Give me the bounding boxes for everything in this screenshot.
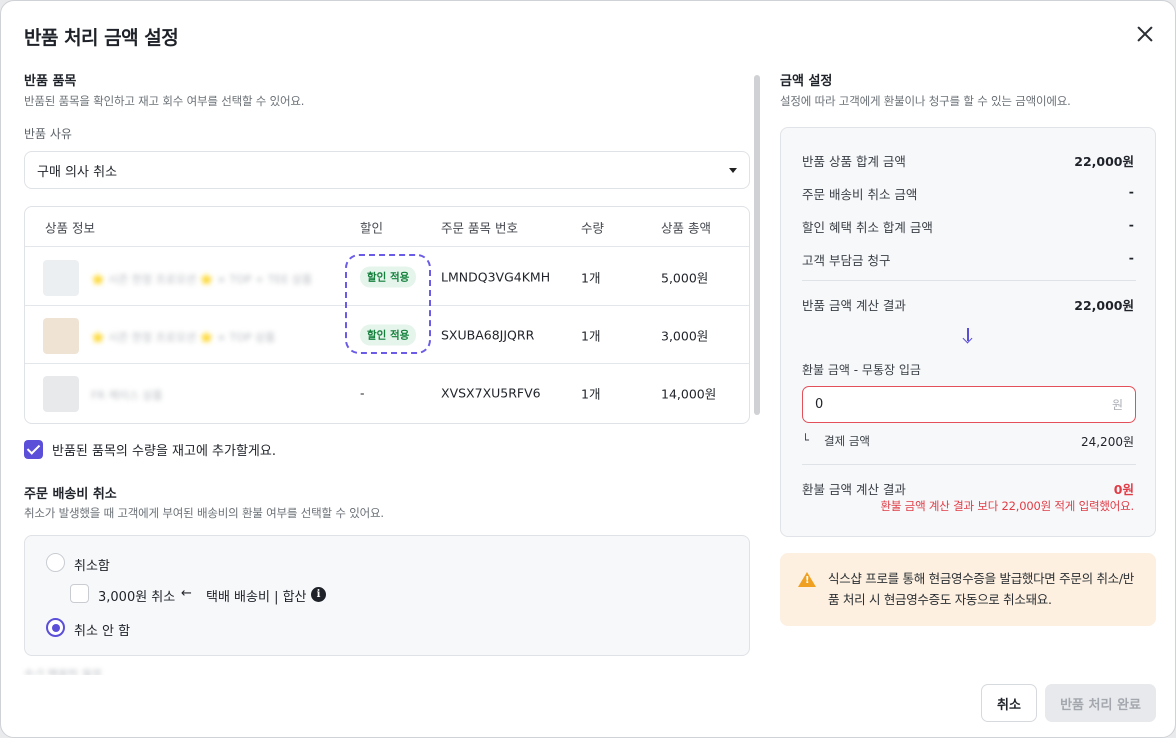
left-panel: 반품 품목 반품된 품목을 확인하고 재고 회수 여부를 선택할 수 있어요. … bbox=[1, 63, 763, 675]
modal-title: 반품 처리 금액 설정 bbox=[24, 27, 179, 49]
cancel-button[interactable]: 취소 bbox=[981, 684, 1037, 722]
order-number: LMNDQ3VG4KMH bbox=[441, 269, 551, 284]
next-section-cutoff: 추가 배송비 설정 bbox=[24, 669, 114, 675]
order-number: SXUBA68JJQRR bbox=[441, 327, 535, 342]
product-name: FR 케이스 상품 bbox=[91, 389, 163, 402]
return-amount-modal: 반품 처리 금액 설정 반품 품목 반품된 품목을 확인하고 재고 회수 여부를… bbox=[0, 0, 1176, 738]
radio-no-cancel-label: 취소 안 함 bbox=[74, 624, 131, 639]
receipt-notice: ! 식스샵 프로를 통해 현금영수증을 발급했다면 주문의 취소/반품 처리 시… bbox=[780, 553, 1156, 626]
product-thumbnail bbox=[43, 260, 79, 296]
receipt-notice-text: 식스샵 프로를 통해 현금영수증을 발급했다면 주문의 취소/반품 처리 시 현… bbox=[828, 571, 1134, 607]
reason-select-value: 구매 의사 취소 bbox=[37, 164, 118, 180]
discount-cancel-value: - bbox=[1128, 217, 1134, 232]
table-header: 상품 정보 할인 주문 품목 번호 수량 상품 총액 bbox=[25, 207, 749, 247]
col-order-no: 주문 품목 번호 bbox=[441, 220, 518, 235]
items-section-title: 반품 품목 bbox=[24, 74, 77, 89]
reason-select[interactable]: 구매 의사 취소 bbox=[24, 151, 750, 189]
shipping-section-desc: 취소가 발생했을 때 고객에게 부여된 배송비의 환불 여부를 선택할 수 있어… bbox=[24, 506, 384, 520]
checkbox-checked-icon bbox=[24, 440, 43, 459]
amount-section-desc: 설정에 따라 고객에게 환불이나 청구를 할 수 있는 금액이에요. bbox=[780, 94, 1071, 108]
info-icon[interactable]: i bbox=[311, 587, 326, 602]
return-result-label: 반품 금액 계산 결과 bbox=[802, 298, 906, 313]
product-name: ⭐ 시즌 한정 프로모션 ⭐ × TOP 상품 bbox=[91, 330, 276, 344]
col-qty: 수량 bbox=[581, 220, 605, 235]
radio-no-cancel[interactable] bbox=[46, 618, 65, 637]
product-name: ⭐ 시즌 한정 프로모션 ⭐ × TOP + TEE 상품 bbox=[91, 272, 313, 286]
product-thumbnail bbox=[43, 318, 79, 354]
table-row: ⭐ 시즌 한정 프로모션 ⭐ × TOP + TEE 상품 할인 적용 LMND… bbox=[25, 248, 749, 306]
shipping-fee-checkbox[interactable] bbox=[70, 584, 89, 603]
shipping-section-title: 주문 배송비 취소 bbox=[24, 487, 117, 502]
table-row: FR 케이스 상품 - XVSX7XU5RFV6 1개 14,000원 bbox=[25, 364, 749, 422]
quantity: 1개 bbox=[581, 328, 601, 343]
customer-charge-label: 고객 부담금 청구 bbox=[802, 253, 891, 268]
return-total-label: 반품 상품 합계 금액 bbox=[802, 154, 906, 169]
table-row: ⭐ 시즌 한정 프로모션 ⭐ × TOP 상품 할인 적용 SXUBA68JJQ… bbox=[25, 306, 749, 364]
amount-calculation-box: 반품 상품 합계 금액 22,000원 주문 배송비 취소 금액 - 할인 혜택… bbox=[780, 127, 1156, 537]
product-total: 3,000원 bbox=[661, 328, 709, 343]
refund-amount-input[interactable]: 0 원 bbox=[802, 386, 1136, 423]
restock-checkbox[interactable]: 반품된 품목의 수량을 재고에 추가할게요. bbox=[24, 440, 276, 459]
quantity: 1개 bbox=[581, 386, 601, 402]
col-total: 상품 총액 bbox=[661, 220, 711, 235]
refund-result-label: 환불 금액 계산 결과 bbox=[802, 482, 906, 497]
refund-result-value: 0원 bbox=[1113, 482, 1134, 497]
radio-cancel[interactable] bbox=[46, 553, 65, 572]
arrow-left-icon: ← bbox=[181, 586, 192, 601]
refund-error-message: 환불 금액 계산 결과 보다 22,000원 적게 입력했어요. bbox=[880, 499, 1134, 513]
left-panel-scrollbar[interactable] bbox=[754, 75, 760, 415]
discount-badge: 할인 적용 bbox=[360, 266, 417, 287]
shipping-cancel-label: 주문 배송비 취소 금액 bbox=[802, 187, 918, 202]
order-number: XVSX7XU5RFV6 bbox=[441, 385, 541, 401]
restock-label: 반품된 품목의 수량을 재고에 추가할게요. bbox=[52, 444, 276, 459]
payment-amount-value: 24,200원 bbox=[1080, 435, 1134, 449]
close-icon[interactable] bbox=[1134, 23, 1156, 45]
return-items-table: 상품 정보 할인 주문 품목 번호 수량 상품 총액 ⭐ 시즌 한정 프로모션 … bbox=[24, 206, 750, 424]
reason-label: 반품 사유 bbox=[24, 127, 72, 141]
shipping-options: 취소함 3,000원 취소 ← 택배 배송비 | 합산 i 취소 안 함 bbox=[24, 535, 750, 656]
chevron-down-icon bbox=[729, 167, 737, 173]
amount-section-title: 금액 설정 bbox=[780, 74, 833, 89]
quantity: 1개 bbox=[581, 270, 601, 285]
payment-prefix: └ bbox=[802, 433, 809, 447]
discount-badge: 할인 적용 bbox=[360, 324, 417, 345]
shipping-fee-note: 택배 배송비 | 합산 bbox=[206, 590, 307, 605]
return-total-value: 22,000원 bbox=[1074, 154, 1134, 169]
refund-unit: 원 bbox=[1111, 398, 1123, 412]
complete-return-button[interactable]: 반품 처리 완료 bbox=[1045, 684, 1156, 722]
radio-cancel-label: 취소함 bbox=[74, 559, 110, 574]
payment-amount-label: 결제 금액 bbox=[824, 434, 870, 448]
refund-amount-value: 0 bbox=[815, 397, 824, 412]
shipping-fee-label: 3,000원 취소 bbox=[98, 590, 176, 605]
divider bbox=[802, 280, 1136, 281]
col-discount: 할인 bbox=[360, 220, 384, 235]
refund-amount-label: 환불 금액 - 무통장 입금 bbox=[802, 363, 921, 377]
customer-charge-value: - bbox=[1128, 250, 1134, 265]
return-result-value: 22,000원 bbox=[1074, 298, 1134, 313]
discount-cancel-label: 할인 혜택 취소 합계 금액 bbox=[802, 220, 933, 235]
col-product: 상품 정보 bbox=[45, 220, 95, 235]
discount-none: - bbox=[360, 385, 365, 401]
items-section-desc: 반품된 품목을 확인하고 재고 회수 여부를 선택할 수 있어요. bbox=[24, 94, 305, 108]
product-total: 5,000원 bbox=[661, 270, 709, 285]
arrow-down-icon bbox=[961, 328, 975, 344]
warning-icon: ! bbox=[798, 572, 816, 587]
shipping-cancel-value: - bbox=[1128, 184, 1134, 199]
divider bbox=[802, 464, 1136, 465]
product-thumbnail bbox=[43, 376, 79, 412]
product-total: 14,000원 bbox=[661, 386, 717, 402]
